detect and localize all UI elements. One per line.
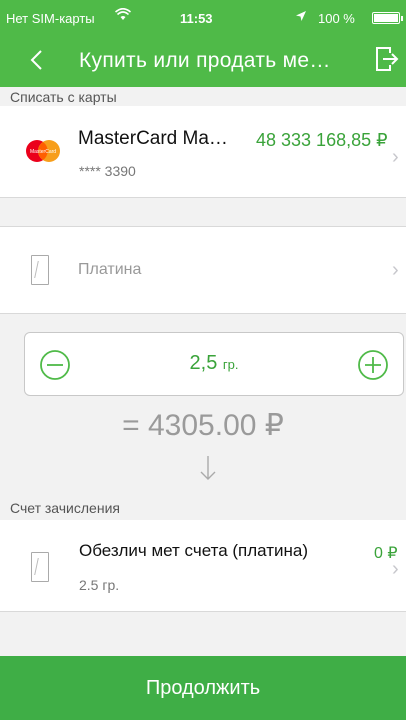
chevron-right-icon: › xyxy=(392,259,399,281)
back-button[interactable] xyxy=(26,46,50,74)
plus-circle-icon xyxy=(358,350,388,380)
down-arrow-icon xyxy=(196,453,220,483)
back-chevron-icon xyxy=(30,50,42,70)
amount-value: 2,5 гр. xyxy=(25,352,403,375)
metal-bar-icon xyxy=(31,552,49,582)
chevron-right-icon: › xyxy=(392,558,399,580)
amount-unit: гр. xyxy=(222,357,239,372)
destination-section-header: Счет зачисления xyxy=(0,498,406,521)
wifi-icon xyxy=(114,7,132,25)
account-name: Обезлич мет счета (платина) xyxy=(79,541,309,560)
top-bar: Нет SIM-карты 11:53 100 % Купить или про… xyxy=(0,0,406,90)
metal-select-row[interactable]: Платина › xyxy=(0,226,406,314)
chevron-right-icon: › xyxy=(392,146,399,168)
page-title: Купить или продать ме… xyxy=(79,49,331,72)
card-balance: 48 333 168,85 ₽ xyxy=(256,130,388,150)
battery-percent: 100 % xyxy=(318,11,355,26)
logout-icon xyxy=(376,47,399,71)
total-amount: = 4305.00 ₽ xyxy=(122,409,284,442)
location-arrow-icon xyxy=(295,10,307,25)
card-number: **** 3390 xyxy=(79,163,136,179)
source-card-row[interactable]: MasterCard MasterCard Ma… 48 333 168,85 … xyxy=(0,106,406,198)
metal-label: Платина xyxy=(78,261,142,278)
destination-account-row[interactable]: Обезлич мет счета (платина) 0 ₽ 2.5 гр. … xyxy=(0,520,406,612)
carrier-label: Нет SIM-карты xyxy=(6,11,95,26)
card-name: MasterCard Ma… xyxy=(78,128,228,149)
svg-text:MasterCard: MasterCard xyxy=(30,149,56,155)
status-bar: Нет SIM-карты 11:53 100 % xyxy=(0,0,406,36)
mastercard-logo: MasterCard xyxy=(24,139,62,163)
battery-icon xyxy=(372,12,403,24)
amount-number: 2,5 xyxy=(189,352,218,374)
clock-time: 11:53 xyxy=(180,11,213,26)
metal-bar-icon xyxy=(31,255,49,285)
amount-stepper: 2,5 гр. xyxy=(24,332,404,396)
increment-button[interactable] xyxy=(357,349,389,381)
logout-button[interactable] xyxy=(372,44,400,74)
account-amount: 2.5 гр. xyxy=(79,577,120,593)
continue-button[interactable]: Продолжить xyxy=(0,656,406,720)
